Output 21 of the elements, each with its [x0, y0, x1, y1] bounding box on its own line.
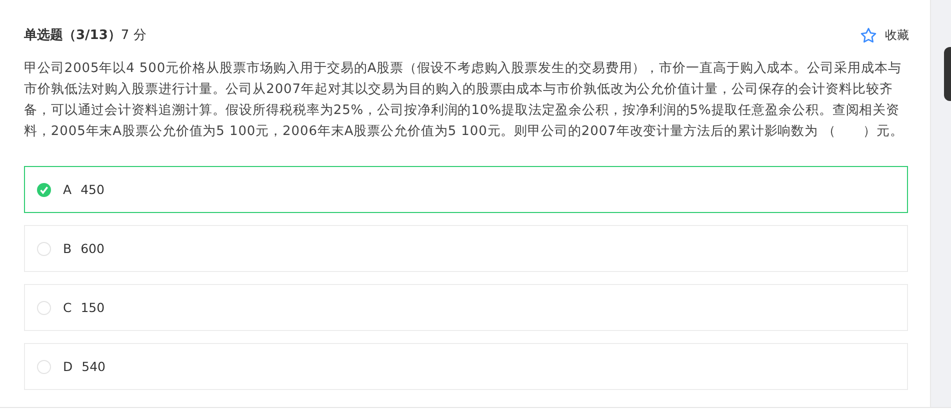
radio-icon — [37, 242, 51, 256]
option-letter: A — [63, 182, 72, 197]
question-text: 甲公司2005年以4 500元价格从股票市场购入用于交易的A股票（假设不考虑购入股票发生的交易费用），市价一直高于购入成本。公司采用成本与市价孰低法对购入股票进行计量。公司从2007年起对其以交易为目的购入的股票由成本与市价孰低改为公允价值计量，公司保存的会计资料比较齐备，可以通过会计资料追溯计算。假设所得税税率为25%，公司按净利润的10%提取法定盈余公积，按净利润的5%提取任意盈余公积。查阅相关资料，2005年末A股票公允价值为5 100元，2006年末A股票公允价值为5 100元。则甲公司的2007年改变计量方法后的累计影响数为 （ ）元。 — [24, 60, 904, 141]
option-text: 540 — [82, 359, 106, 374]
radio-icon — [37, 360, 51, 374]
option-letter: B — [63, 241, 72, 256]
answer-option[interactable]: C 150 — [24, 284, 908, 331]
check-icon — [37, 182, 51, 196]
answer-option[interactable]: D 540 — [24, 343, 908, 390]
answer-option[interactable]: B 600 — [24, 225, 908, 272]
option-letter: C — [63, 300, 72, 315]
option-letter: D — [63, 359, 73, 374]
option-text: 450 — [80, 182, 104, 197]
question-title: 单选题（3/13）7 分 — [24, 27, 146, 44]
scrollbar-thumb[interactable] — [944, 47, 951, 101]
favorite-button[interactable]: 收藏 — [860, 26, 909, 44]
star-icon — [860, 26, 877, 44]
radio-icon — [37, 300, 51, 314]
option-text: 150 — [80, 300, 105, 315]
answer-option[interactable]: A 450 — [24, 166, 908, 213]
option-text: 600 — [80, 241, 104, 256]
